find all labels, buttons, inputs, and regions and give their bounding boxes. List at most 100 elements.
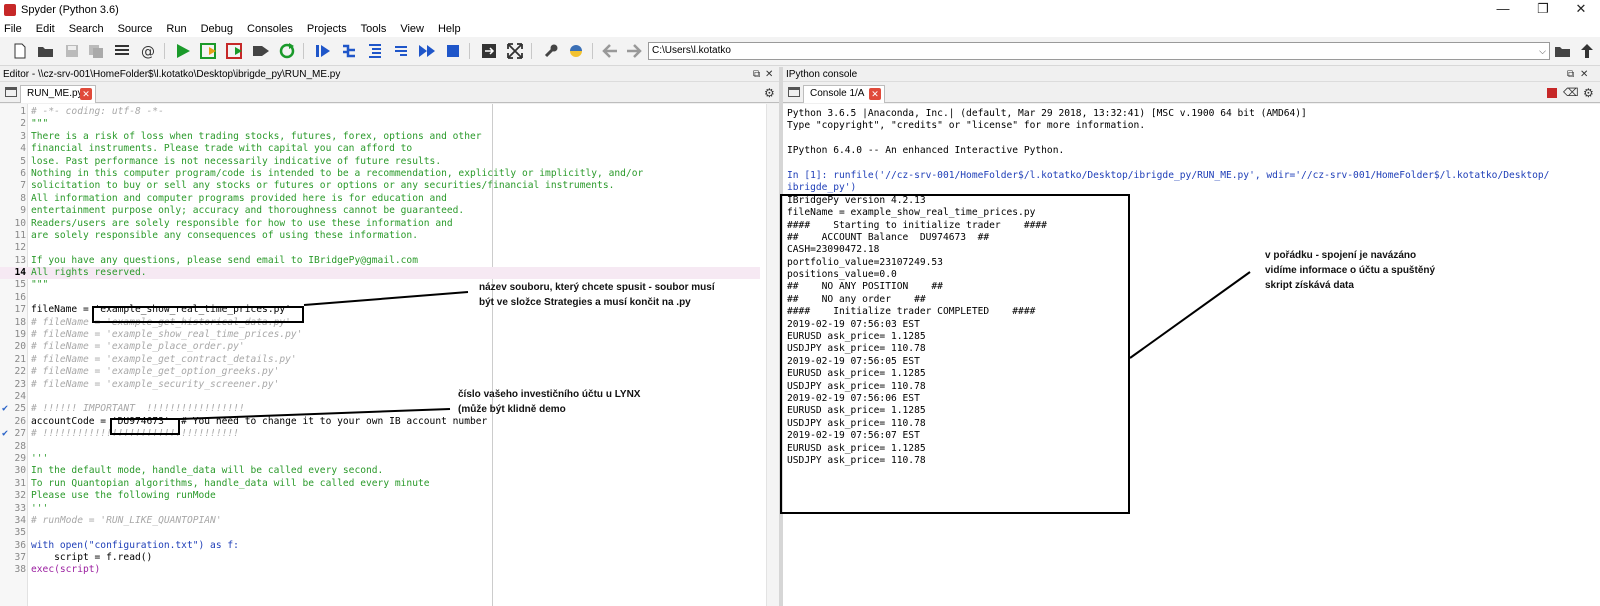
menu-help[interactable]: Help [438,23,461,35]
menu-debug[interactable]: Debug [201,23,233,35]
tab-run-me[interactable]: RUN_ME.py ✕ [20,85,96,103]
menu-source[interactable]: Source [118,23,153,35]
code-lines: 1 # -*- coding: utf-8 -*- 2 """ 3 There is … [0,106,760,577]
code-line: 10 Readers/users are solely responsible f… [14,217,453,229]
editor-scrollbar[interactable] [766,104,779,606]
code-line: 35 [14,527,26,539]
save-all-icon[interactable] [86,41,106,61]
code-line: 37 script = f.read() [14,552,153,564]
tab-console-1a[interactable]: Console 1/A ✕ [803,85,885,103]
python-path-icon[interactable] [566,41,586,61]
code-line: ✔ 25 # !!!!!! IMPORTANT !!!!!!!!!!!!!!!!! [2,403,245,415]
rerun-icon[interactable] [277,41,297,61]
menu-search[interactable]: Search [69,23,104,35]
undock-icon[interactable]: ⧉ [753,67,760,82]
code-line: 3 There is a risk of loss when trading st… [20,130,482,142]
code-line: 9 entertainment purpose only; accuracy an… [20,205,465,217]
menu-projects[interactable]: Projects [307,23,347,35]
save-icon[interactable] [62,41,82,61]
editor-file-path: Editor - \\cz-srv-001\HomeFolder$\l.kota… [3,69,341,80]
open-file-icon[interactable] [36,41,56,61]
code-line: 36 with open("configuration.txt") as f: [14,539,239,551]
maximize-pane-icon[interactable] [479,41,499,61]
window-title: Spyder (Python 3.6) [21,4,119,16]
console-tab-strip: Console 1/A ✕ [783,83,1600,103]
filename-annotation: název souboru, který chcete spusit - sou… [479,282,715,308]
stop-debug-icon[interactable] [443,41,463,61]
console-options-gear-icon[interactable]: ⚙ [1583,86,1594,101]
run-selection-icon[interactable] [251,41,271,61]
minimize-button[interactable]: — [1484,0,1522,20]
browse-tabs-icon[interactable] [5,87,17,97]
main-toolbar: @ C:\Users\l.kotatko ⌵ [0,37,1600,66]
interrupt-kernel-icon[interactable] [1547,88,1557,98]
close-pane-icon[interactable]: ✕ [765,67,773,82]
code-line: 11 are solely responsible any consequence… [14,229,418,241]
code-line: 21 # fileName = 'example_get_contract_det… [14,353,297,365]
chevron-down-icon[interactable]: ⌵ [1539,43,1546,59]
code-line: 1 # -*- coding: utf-8 -*- [20,106,164,117]
close-console-pane-icon[interactable]: ✕ [1580,67,1588,82]
browse-folder-icon[interactable] [1553,41,1573,61]
step-return-icon[interactable] [391,41,411,61]
console-pane-title: IPython console [786,69,858,80]
code-line: 38 exec(script) [14,564,101,576]
run-icon[interactable] [173,41,193,61]
code-line: 20 # fileName = 'example_place_order.py' [14,341,245,353]
step-into-icon[interactable] [365,41,385,61]
console-output-highlight-box [780,194,1130,514]
code-line: 28 [14,440,26,452]
menu-edit[interactable]: Edit [36,23,55,35]
code-line: 5 lose. Past performance is not necessari… [20,155,442,167]
browse-console-tabs-icon[interactable] [788,87,800,97]
working-directory-input[interactable]: C:\Users\l.kotatko ⌵ [648,42,1550,60]
restore-button[interactable]: ❐ [1524,0,1562,20]
console-input-line: ibrigde_py') [787,182,857,194]
file-list-icon[interactable] [112,41,132,61]
run-cell-advance-icon[interactable] [225,41,245,61]
wrench-icon[interactable] [541,41,561,61]
code-line: 22 # fileName = 'example_get_option_greek… [14,366,280,378]
code-line: 2 """ [20,118,49,130]
menu-tools[interactable]: Tools [361,23,387,35]
parent-directory-icon[interactable] [1577,41,1597,61]
svg-text:@: @ [141,44,155,59]
run-cell-icon[interactable] [199,41,219,61]
code-line: 13 If you have any questions, please send… [14,254,418,266]
clear-console-icon[interactable]: ⌫ [1563,86,1579,101]
editor-tab-strip: RUN_ME.py ✕ [0,83,779,103]
code-line: 6 Nothing in this computer program/code i… [20,167,644,179]
close-window-button[interactable]: ✕ [1562,0,1600,20]
step-icon[interactable] [339,41,359,61]
code-line: 24 [14,390,26,402]
console-tab-label: Console 1/A [810,88,865,99]
code-line: 19 # fileName = 'example_show_real_time_p… [14,329,303,341]
close-console-tab-icon[interactable]: ✕ [869,88,881,100]
menu-file[interactable]: File [4,23,22,35]
back-arrow-icon[interactable] [600,41,620,61]
at-sign-icon[interactable]: @ [138,41,158,61]
debug-icon[interactable] [313,41,333,61]
title-bar: Spyder (Python 3.6) — ❐ ✕ [0,0,1600,20]
code-line: 31 To run Quantopian algorithms, handle_d… [14,477,430,489]
tab-label: RUN_ME.py [27,88,83,99]
menu-run[interactable]: Run [166,23,186,35]
code-line: 32 Please use the following runMode [14,490,216,502]
continue-icon[interactable] [417,41,437,61]
code-editor[interactable]: 1 # -*- coding: utf-8 -*- 2 """ 3 There is … [0,104,766,606]
editor-options-gear-icon[interactable]: ⚙ [764,86,775,101]
undock-console-icon[interactable]: ⧉ [1567,67,1574,82]
code-line: 33 ''' [14,502,49,514]
menu-view[interactable]: View [400,23,424,35]
forward-arrow-icon[interactable] [624,41,644,61]
code-line: 23 # fileName = 'example_security_screene… [14,378,280,390]
console-line: IPython 6.4.0 -- An enhanced Interactive… [787,145,1065,157]
account-annotation: číslo vašeho investičního účtu u LYNX (m… [458,389,641,415]
menu-consoles[interactable]: Consoles [247,23,293,35]
working-directory-path: C:\Users\l.kotatko [652,45,731,56]
new-file-icon[interactable] [10,41,30,61]
fullscreen-icon[interactable] [505,41,525,61]
close-tab-icon[interactable]: ✕ [80,88,92,100]
